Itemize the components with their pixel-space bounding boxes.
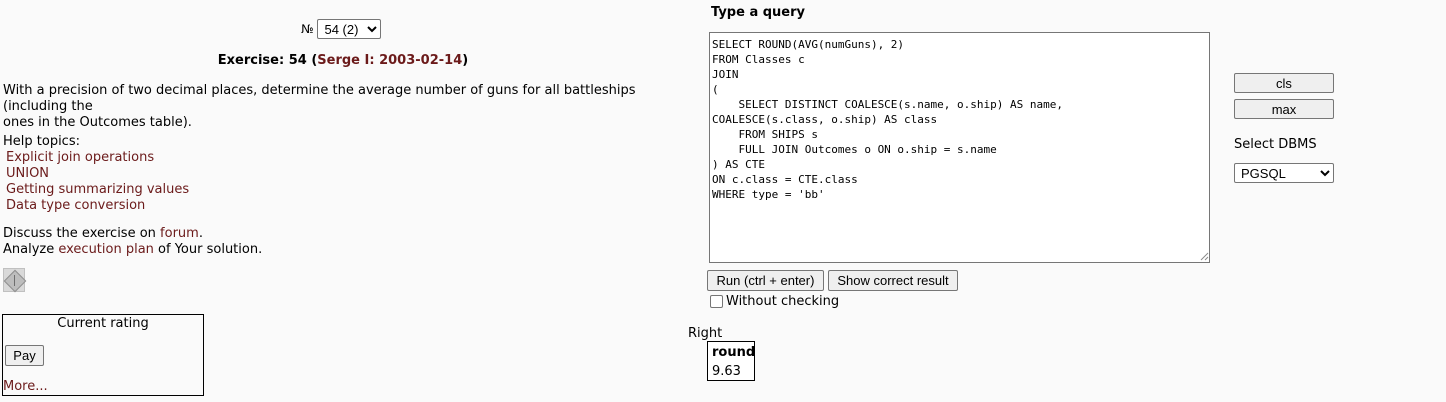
pay-button[interactable]: Pay [5, 345, 44, 366]
discuss-suffix: . [198, 226, 203, 241]
help-topic-link[interactable]: Data type conversion [6, 198, 189, 214]
exercise-select[interactable]: 54 (2) [317, 19, 382, 39]
show-correct-result-button[interactable]: Show correct result [828, 270, 958, 291]
forum-link[interactable]: forum [160, 226, 199, 241]
info-diamond-icon[interactable] [3, 268, 27, 293]
analyze-prefix: Analyze [3, 242, 59, 257]
result-status: Right [688, 326, 723, 341]
rating-box: Current rating Pay More... [2, 314, 204, 396]
exercise-selector: № 54 (2) [301, 19, 382, 39]
query-label: Type a query [711, 5, 806, 20]
result-cell: 9.63 [712, 364, 741, 379]
without-checking-label: Without checking [726, 294, 840, 309]
exercise-author-date[interactable]: Serge I: 2003-02-14 [317, 53, 462, 68]
help-topic-link[interactable]: Getting summarizing values [6, 182, 189, 198]
exercise-title: Exercise: 54 (Serge I: 2003-02-14) [0, 53, 686, 68]
rating-title: Current rating [57, 316, 149, 331]
query-editor[interactable]: SELECT ROUND(AVG(numGuns), 2) FROM Class… [709, 32, 1210, 263]
exercise-title-prefix: Exercise: 54 ( [217, 53, 318, 68]
cls-button[interactable]: cls [1234, 73, 1334, 93]
result-table: round 9.63 [707, 341, 755, 381]
help-topic-link[interactable]: UNION [6, 166, 189, 182]
number-sign: № [301, 22, 314, 36]
analyze-line: Analyze execution plan of Your solution. [3, 242, 262, 258]
discuss-line: Discuss the exercise on forum. [3, 226, 262, 242]
discuss-section: Discuss the exercise on forum. Analyze e… [3, 226, 262, 258]
exercise-title-suffix: ) [462, 53, 469, 68]
resize-grip-icon[interactable] [1200, 252, 1209, 261]
analyze-suffix: of Your solution. [153, 242, 263, 257]
dbms-select[interactable]: PGSQL [1234, 163, 1334, 183]
exercise-text-line: ones in the Outcomes table). [3, 115, 192, 130]
run-button[interactable]: Run (ctrl + enter) [707, 270, 824, 291]
result-column-header: round [712, 345, 756, 360]
exercise-text-line: With a precision of two decimal places, … [3, 83, 636, 114]
discuss-prefix: Discuss the exercise on [3, 226, 161, 241]
diamond-shape [3, 269, 27, 293]
max-button[interactable]: max [1234, 99, 1334, 119]
help-topic-link[interactable]: Explicit join operations [6, 150, 189, 166]
without-checking-checkbox[interactable] [710, 295, 723, 308]
help-topics-list: Explicit join operations UNION Getting s… [6, 150, 189, 214]
select-dbms-label: Select DBMS [1234, 137, 1317, 152]
exercise-description: With a precision of two decimal places, … [3, 83, 693, 131]
more-link[interactable]: More... [3, 379, 48, 394]
diamond-bar [14, 275, 15, 286]
without-checking-row: Without checking [710, 294, 839, 309]
help-topics-label: Help topics: [3, 134, 80, 149]
execution-plan-link[interactable]: execution plan [58, 242, 154, 257]
